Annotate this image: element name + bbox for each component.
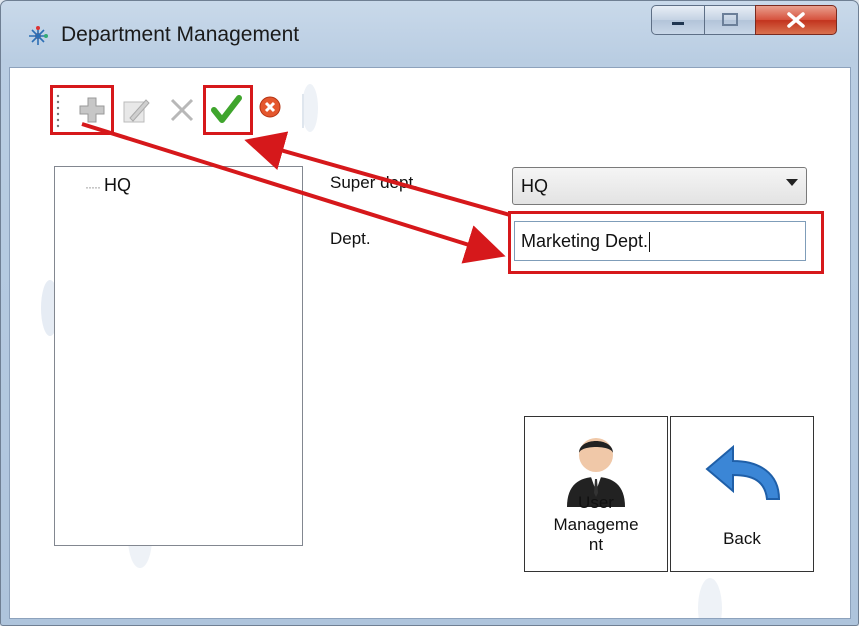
edit-button[interactable]	[116, 90, 156, 130]
close-button[interactable]	[755, 5, 837, 35]
delete-button[interactable]	[162, 90, 202, 130]
edit-icon	[123, 99, 150, 123]
dept-label: Dept.	[330, 229, 371, 248]
add-highlight-box	[50, 85, 114, 135]
app-icon	[29, 26, 48, 45]
back-button[interactable]: Back	[670, 416, 814, 572]
back-arrow-icon	[705, 444, 781, 500]
back-label: Back	[723, 529, 761, 548]
close-icon	[756, 6, 836, 34]
user-management-label-3: nt	[588, 535, 604, 554]
super-dept-select[interactable]: HQ	[512, 167, 807, 205]
tree-line-icon: ·····	[85, 180, 101, 194]
cancel-icon	[259, 96, 281, 118]
tree-node-label: HQ	[103, 175, 131, 195]
maximize-button[interactable]	[704, 5, 756, 35]
department-tree[interactable]: ····· HQ	[54, 166, 303, 546]
delete-icon	[170, 98, 194, 122]
user-management-button[interactable]: User Manageme nt	[524, 416, 668, 572]
user-management-label-1: User	[578, 493, 614, 512]
title-bar[interactable]: Department Management	[1, 1, 858, 67]
caption-buttons	[651, 5, 841, 35]
window-title: Department Management	[61, 23, 300, 46]
toolbar-separator	[302, 94, 304, 128]
dept-highlight-box	[508, 211, 824, 274]
super-dept-value: HQ	[521, 176, 548, 196]
user-management-label-2: Manageme	[553, 515, 639, 534]
minimize-button[interactable]	[651, 5, 705, 35]
tree-node-hq[interactable]: ····· HQ	[85, 175, 131, 196]
super-dept-label: Super dept.	[330, 173, 418, 192]
save-highlight-box	[203, 85, 253, 135]
minimize-icon	[652, 6, 704, 34]
chevron-down-icon[interactable]	[786, 179, 798, 186]
cancel-button[interactable]	[254, 90, 294, 130]
maximize-icon	[705, 6, 755, 34]
